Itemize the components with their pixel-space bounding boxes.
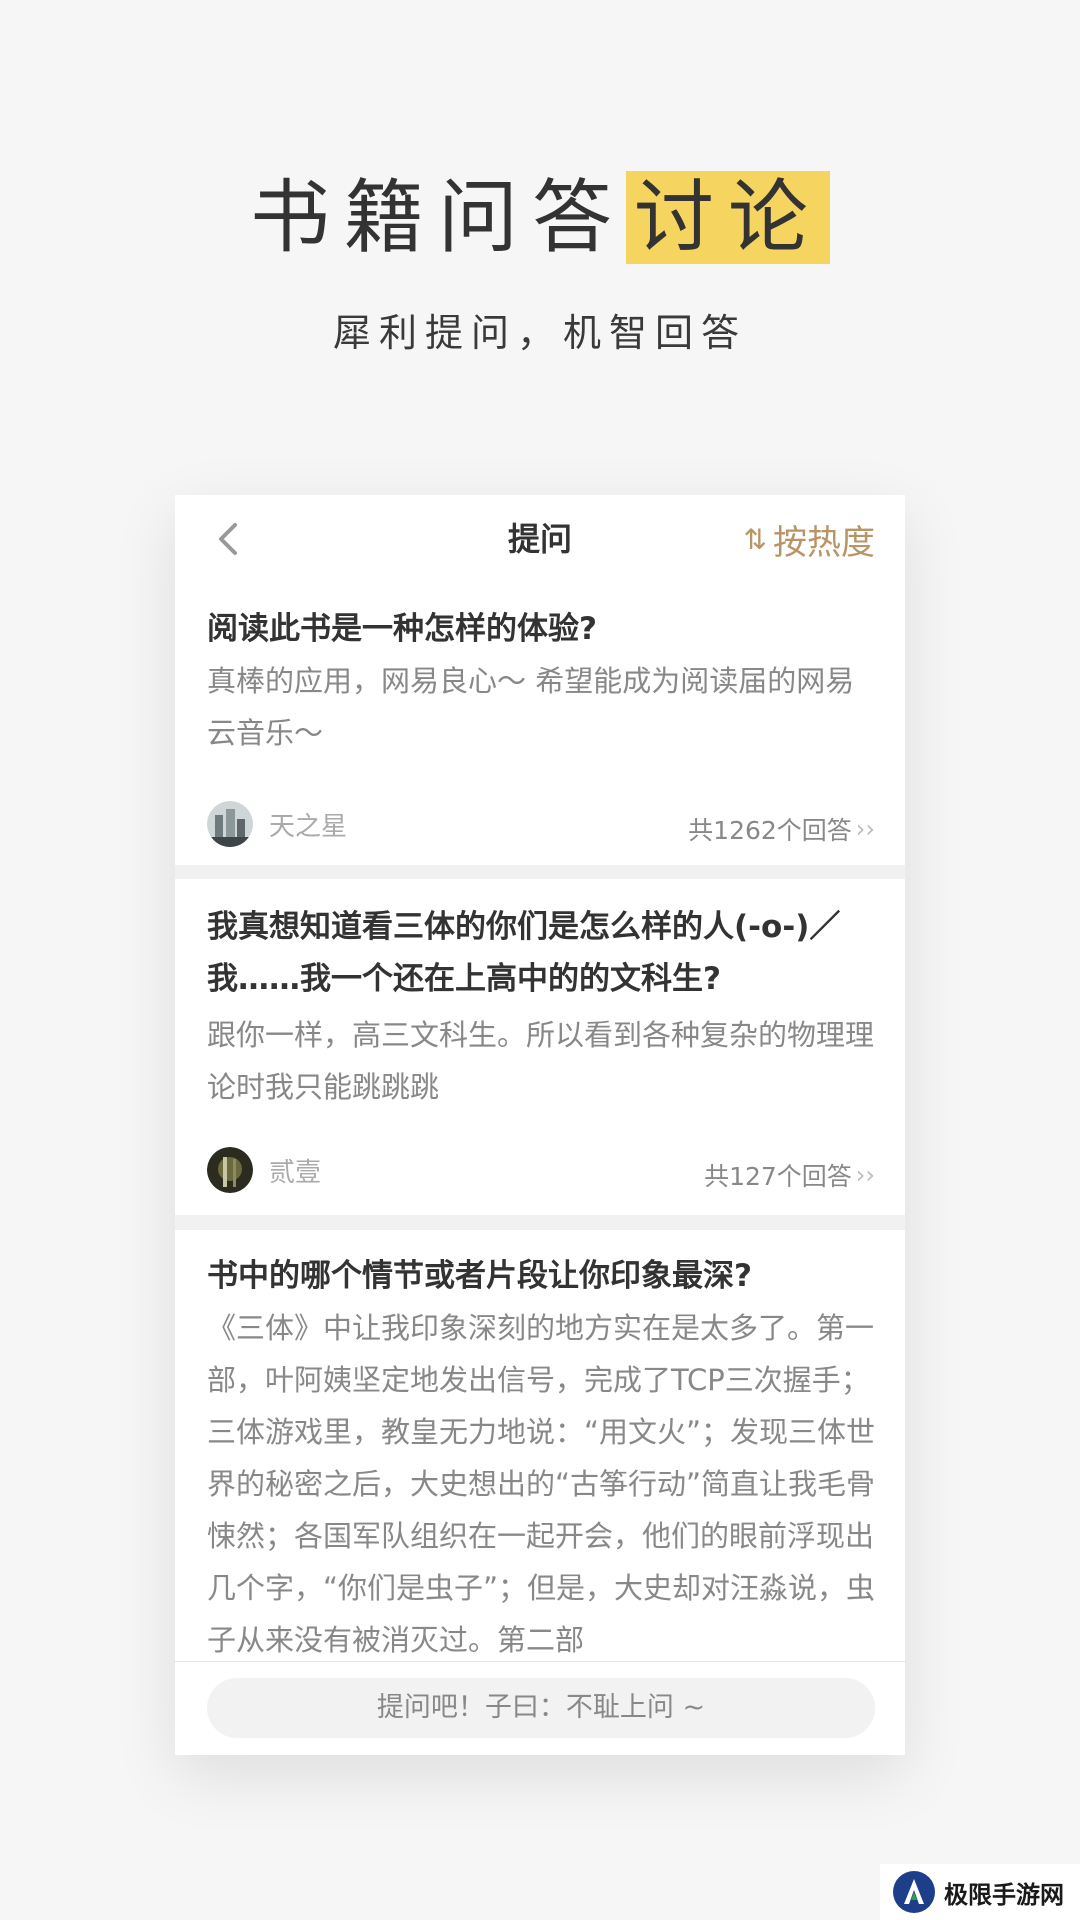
ask-question-input[interactable]: 提问吧！子曰：不耻上问 ~ — [207, 1678, 875, 1738]
answer-count: 共127个回答 — [704, 1162, 852, 1191]
question-answer-preview: 跟你一样，高三文科生。所以看到各种复杂的物理理论时我只能跳跳跳 — [207, 1018, 875, 1104]
chevron-right-icon: ›› — [855, 1161, 875, 1189]
hero-title: 书籍问答 讨论 — [0, 168, 1080, 268]
question-answer-preview: 《三体》中让我印象深刻的地方实在是太多了。第一部，叶阿姨坚定地发出信号，完成了T… — [207, 1311, 876, 1657]
question-card[interactable]: 我真想知道看三体的你们是怎么样的人(-o-)／我……我一个还在上高中的的文科生?… — [175, 879, 905, 1215]
chevron-right-icon: ›› — [855, 815, 875, 843]
author-name: 贰壹 — [269, 1157, 322, 1188]
bottom-bar: 提问吧！子曰：不耻上问 ~ — [175, 1661, 905, 1755]
hero-title-highlight: 讨论 — [626, 171, 830, 264]
watermark: 极限手游网 — [880, 1864, 1080, 1920]
sort-label: 按热度 — [773, 522, 875, 563]
nav-bar: 提问 ⇅ 按热度 — [175, 495, 905, 584]
avatar — [207, 1147, 253, 1193]
watermark-text: 极限手游网 — [944, 1879, 1064, 1909]
screen: 书籍问答 讨论 犀利提问，机智回答 提问 ⇅ 按热度 阅读此书是一种怎样的体验? … — [0, 0, 1080, 1920]
sort-button[interactable]: ⇅ 按热度 — [744, 495, 875, 583]
author[interactable]: 贰壹 — [207, 1147, 321, 1193]
answer-count: 共1262个回答 — [688, 816, 852, 845]
avatar — [207, 801, 253, 847]
phone-card: 提问 ⇅ 按热度 阅读此书是一种怎样的体验? 真棒的应用，网易良心～ 希望能成为… — [175, 495, 905, 1755]
answer-count-link[interactable]: 共1262个回答 ›› — [688, 811, 875, 847]
question-card[interactable]: 阅读此书是一种怎样的体验? 真棒的应用，网易良心～ 希望能成为阅读届的网易云音乐… — [175, 583, 905, 865]
hero-subtitle: 犀利提问，机智回答 — [332, 311, 747, 355]
sort-icon: ⇅ — [743, 522, 768, 556]
author-name: 天之星 — [269, 811, 348, 842]
watermark-logo-icon — [893, 1871, 935, 1913]
question-title[interactable]: 我真想知道看三体的你们是怎么样的人(-o-)／我……我一个还在上高中的的文科生? — [207, 901, 867, 1005]
question-title[interactable]: 书中的哪个情节或者片段让你印象最深? — [207, 1250, 867, 1302]
answer-count-link[interactable]: 共127个回答 ›› — [704, 1157, 875, 1193]
question-card[interactable]: 书中的哪个情节或者片段让你印象最深? 《三体》中让我印象深刻的地方实在是太多了。… — [175, 1230, 905, 1690]
author[interactable]: 天之星 — [207, 801, 347, 847]
hero-title-main: 书籍问答 — [250, 171, 626, 264]
question-answer-preview: 真棒的应用，网易良心～ 希望能成为阅读届的网易云音乐～ — [207, 664, 855, 750]
question-title[interactable]: 阅读此书是一种怎样的体验? — [207, 603, 867, 655]
